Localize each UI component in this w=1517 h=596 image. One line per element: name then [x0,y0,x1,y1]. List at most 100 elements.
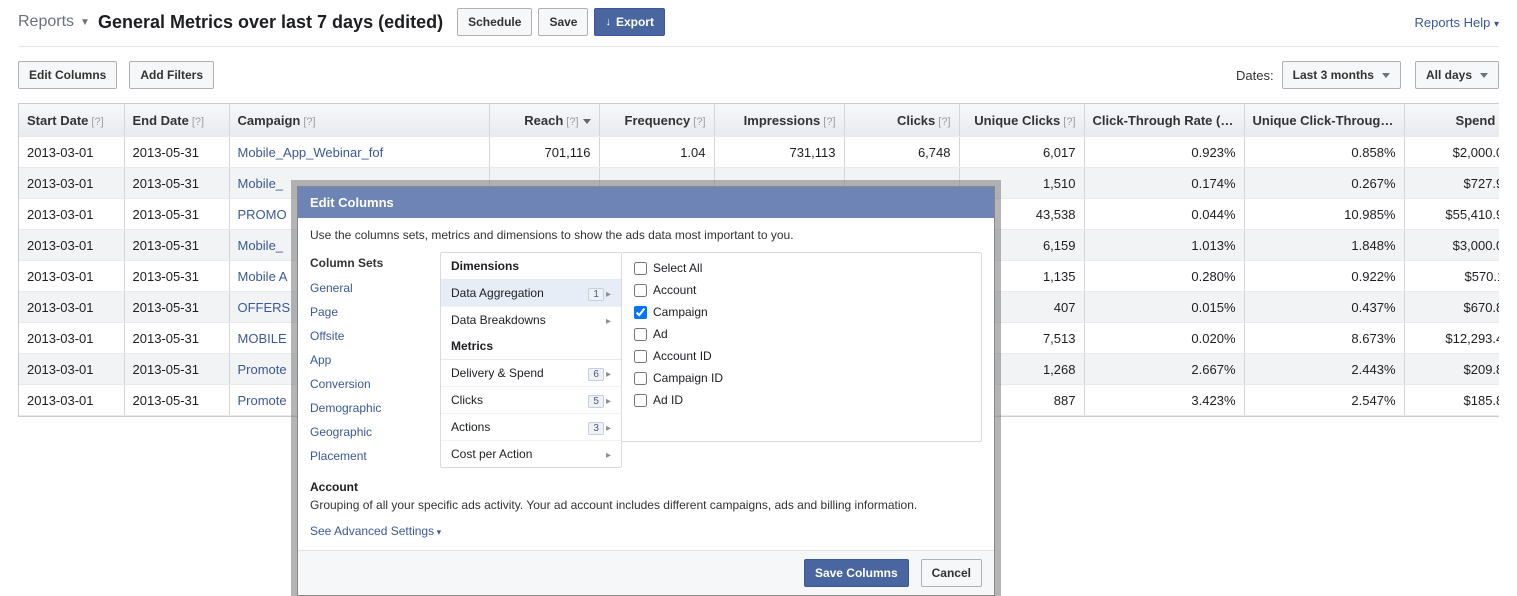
export-label: Export [616,15,654,29]
table-row: 2013-03-012013-05-31Mobile_App_Webinar_f… [19,137,1499,168]
col-reach[interactable]: Reach[?] [489,104,599,137]
chevron-right-icon: ▸ [606,423,611,434]
cell-spend: $2,000.00 [1404,137,1499,168]
checkbox[interactable] [634,262,647,275]
count-badge: 6 [588,368,604,381]
cell-spend: $209.86 [1404,354,1499,385]
count-badge: 1 [588,288,604,301]
colset-page[interactable]: Page [310,300,440,324]
cancel-button[interactable]: Cancel [921,559,982,587]
modal-footer: Save Columns Cancel [298,550,994,595]
cell-end: 2013-05-31 [124,261,229,292]
add-filters-button[interactable]: Add Filters [129,61,214,89]
cell-end: 2013-05-31 [124,354,229,385]
cell-ctr: 3.423% [1084,385,1244,416]
option-campaign[interactable]: Campaign [622,301,981,323]
metric-row[interactable]: Cost per Action▸ [441,441,621,467]
metric-row[interactable]: Actions3▸ [441,414,621,441]
modal-title: Edit Columns [298,187,994,218]
help-icon[interactable]: [?] [192,116,204,128]
edit-columns-modal: Edit Columns Use the columns sets, metri… [297,186,995,596]
checkbox[interactable] [634,328,647,341]
save-button[interactable]: Save [538,8,588,36]
col-uclicks[interactable]: Unique Clicks[?] [959,104,1084,137]
chevron-right-icon: ▸ [606,369,611,380]
col-clicks[interactable]: Clicks[?] [844,104,959,137]
help-heading: Account [310,480,982,494]
cell-uclicks: 6,017 [959,137,1084,168]
option-account-id[interactable]: Account ID [622,345,981,367]
col-start[interactable]: Start Date[?] [19,104,124,137]
save-columns-button[interactable]: Save Columns [804,559,909,587]
cell-start: 2013-03-01 [19,230,124,261]
metric-row[interactable]: Delivery & Spend6▸ [441,360,621,387]
help-link[interactable]: Reports Help ▾ [1414,15,1499,30]
checkbox[interactable] [634,350,647,363]
col-freq[interactable]: Frequency[?] [599,104,714,137]
help-icon[interactable]: [?] [566,116,578,128]
col-ctr[interactable]: Click-Through Rate (CTR)[?] [1084,104,1244,137]
date-range-button[interactable]: Last 3 months [1282,61,1401,89]
help-block: Account Grouping of all your specific ad… [310,468,982,518]
breadcrumb[interactable]: Reports ▼ [18,13,90,31]
cell-ctr: 0.020% [1084,323,1244,354]
metric-row[interactable]: Clicks5▸ [441,387,621,414]
column-sets-title: Column Sets [310,252,440,276]
cell-uctr: 0.858% [1244,137,1404,168]
checkbox[interactable] [634,394,647,407]
topbar: Reports ▼ General Metrics over last 7 da… [0,0,1517,46]
colset-geographic[interactable]: Geographic [310,420,440,444]
help-icon[interactable]: [?] [91,116,103,128]
help-icon[interactable]: [?] [303,116,315,128]
help-body: Grouping of all your specific ads activi… [310,498,982,512]
col-impr[interactable]: Impressions[?] [714,104,844,137]
option-ad[interactable]: Ad [622,323,981,345]
cell-uctr: 0.437% [1244,292,1404,323]
days-button[interactable]: All days [1415,61,1499,89]
dimension-row[interactable]: Data Breakdowns▸ [441,307,621,333]
option-ad-id[interactable]: Ad ID [622,389,981,411]
export-button[interactable]: ↓ Export [594,8,665,36]
schedule-button[interactable]: Schedule [457,8,532,36]
download-icon: ↓ [605,16,611,28]
options-panel: Select AllAccountCampaignAdAccount IDCam… [622,252,982,442]
help-icon[interactable]: [?] [938,116,950,128]
cell-start: 2013-03-01 [19,261,124,292]
help-icon[interactable]: [?] [1498,116,1499,128]
colset-placement[interactable]: Placement [310,444,440,468]
colset-app[interactable]: App [310,348,440,372]
cell-end: 2013-05-31 [124,323,229,354]
checkbox[interactable] [634,306,647,319]
option-campaign-id[interactable]: Campaign ID [622,367,981,389]
subbar: Edit Columns Add Filters Dates: Last 3 m… [0,61,1517,103]
help-icon[interactable]: [?] [1063,116,1075,128]
option-account[interactable]: Account [622,279,981,301]
dimensions-metrics: Dimensions Data Aggregation1▸Data Breakd… [440,252,622,468]
cell-impr: 731,113 [714,137,844,168]
cell-end: 2013-05-31 [124,292,229,323]
colset-general[interactable]: General [310,276,440,300]
checkbox[interactable] [634,284,647,297]
cell-campaign[interactable]: Mobile_App_Webinar_fof [229,137,489,168]
cell-ctr: 0.923% [1084,137,1244,168]
col-uctr[interactable]: Unique Click-Through Rate[?] [1244,104,1404,137]
col-campaign[interactable]: Campaign[?] [229,104,489,137]
chevron-right-icon: ▸ [606,396,611,407]
advanced-settings[interactable]: See Advanced Settings ▾ [310,518,982,550]
colset-offsite[interactable]: Offsite [310,324,440,348]
col-spend[interactable]: Spend[?] [1404,104,1499,137]
col-end[interactable]: End Date[?] [124,104,229,137]
divider [18,46,1499,47]
cell-end: 2013-05-31 [124,385,229,416]
cell-spend: $3,000.00 [1404,230,1499,261]
dimension-row[interactable]: Data Aggregation1▸ [441,280,621,307]
colset-conversion[interactable]: Conversion [310,372,440,396]
dates-label: Dates: [1236,68,1274,83]
caret-down-icon: ▾ [1494,19,1499,30]
option-select-all[interactable]: Select All [622,257,981,279]
colset-demographic[interactable]: Demographic [310,396,440,420]
edit-columns-button[interactable]: Edit Columns [18,61,117,89]
help-icon[interactable]: [?] [823,116,835,128]
checkbox[interactable] [634,372,647,385]
help-icon[interactable]: [?] [693,116,705,128]
